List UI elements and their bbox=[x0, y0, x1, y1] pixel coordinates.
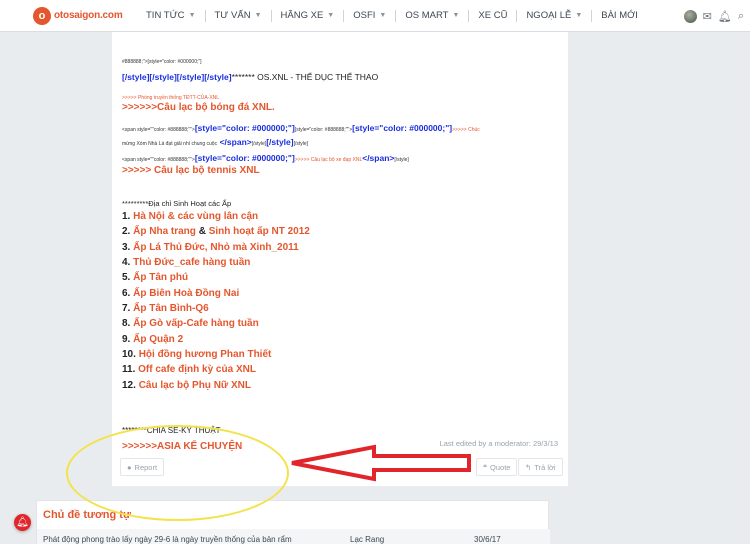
annotation-arrow-icon bbox=[291, 444, 471, 482]
